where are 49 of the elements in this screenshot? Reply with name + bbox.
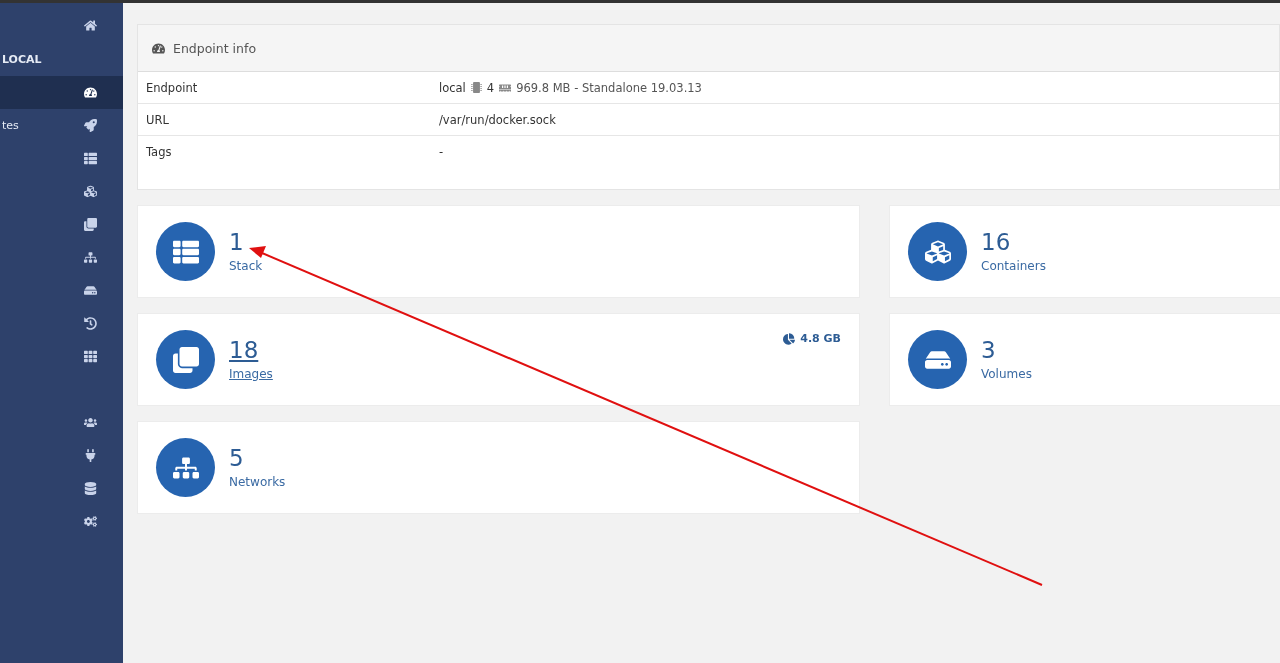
tile-label: Containers — [981, 258, 1046, 273]
sitemap-icon — [84, 251, 97, 264]
tile-count: 3 — [981, 338, 997, 364]
chip-icon — [470, 82, 482, 93]
tile-count: 16 — [981, 230, 1012, 256]
clone-icon — [84, 218, 97, 231]
drive-icon — [84, 284, 97, 297]
history-icon — [84, 317, 97, 330]
cpu-count: 4 — [486, 80, 495, 95]
panel-title: Endpoint info — [173, 40, 257, 56]
summary-tile[interactable]: 3 Volumes — [889, 313, 1280, 406]
grid-icon — [84, 350, 97, 363]
home-icon — [84, 19, 97, 32]
rocket-icon — [84, 119, 97, 132]
sidebar-item[interactable]: LOCAL — [0, 42, 123, 76]
summary-tile[interactable]: 18 Images 4.8 GB — [137, 313, 860, 406]
clone-icon — [172, 346, 199, 373]
sidebar-item[interactable]: tes — [0, 109, 123, 142]
database-icon — [84, 482, 97, 495]
gauge-icon — [84, 86, 97, 99]
row-label: Endpoint — [146, 80, 199, 95]
tile-label: Images — [229, 366, 273, 381]
gauge-icon — [152, 41, 165, 55]
users-icon — [84, 416, 97, 429]
tile-label: Stack — [229, 258, 263, 273]
plug-icon — [84, 449, 97, 462]
list-icon — [172, 238, 199, 265]
summary-tile[interactable]: 1 Stack — [137, 205, 860, 298]
list-icon — [84, 152, 97, 165]
row-value: /var/run/docker.sock — [439, 112, 556, 127]
row-label: Tags — [146, 144, 173, 159]
settings-icon — [84, 515, 97, 528]
cubes-icon — [924, 238, 951, 265]
summary-tile[interactable]: 5 Networks — [137, 421, 860, 514]
row-label: URL — [146, 112, 170, 127]
cubes-icon — [84, 185, 97, 198]
sidebar-item[interactable] — [0, 76, 123, 109]
tile-label: Networks — [229, 474, 286, 489]
row-value: - — [439, 144, 444, 159]
memory-info: 969.8 MB - Standalone 19.03.13 — [516, 80, 702, 95]
tile-count: 5 — [229, 446, 245, 472]
disk-size: 4.8 GB — [800, 332, 841, 345]
pie-icon — [783, 332, 796, 345]
tile-count: 1 — [229, 230, 245, 256]
summary-tile[interactable]: 16 Containers — [889, 205, 1280, 298]
row-value: local — [439, 80, 466, 95]
tile-label: Volumes — [981, 366, 1032, 381]
tile-count: 18 — [229, 338, 260, 364]
memory-icon — [499, 81, 512, 94]
